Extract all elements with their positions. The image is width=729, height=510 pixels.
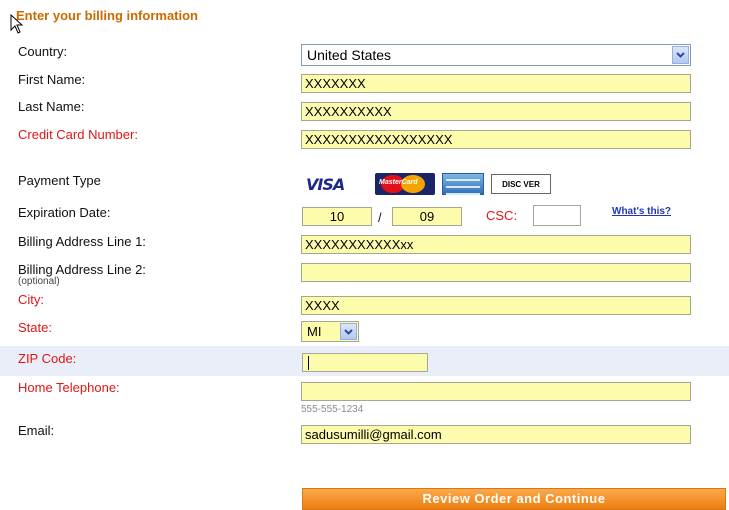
expiration-date-label: Expiration Date: [18, 205, 111, 220]
home-telephone-label: Home Telephone: [18, 380, 120, 395]
city-input[interactable] [301, 296, 691, 315]
first-name-label: First Name: [18, 72, 86, 87]
csc-label: CSC: [486, 208, 518, 223]
review-order-button[interactable]: Review Order and Continue [302, 488, 726, 510]
payment-type-label: Payment Type [18, 173, 101, 188]
home-telephone-input[interactable] [301, 382, 691, 401]
expiration-month-input[interactable] [302, 207, 372, 226]
chevron-down-icon[interactable] [340, 323, 357, 340]
zip-code-label: ZIP Code: [18, 351, 77, 366]
state-value: MI [307, 324, 322, 339]
section-heading: Enter your billing information [16, 8, 198, 23]
expiration-separator: / [378, 210, 382, 225]
country-select[interactable]: United States [301, 44, 691, 66]
csc-input[interactable] [533, 205, 581, 226]
state-select[interactable]: MI [301, 321, 359, 342]
credit-card-label: Credit Card Number: [18, 127, 138, 142]
visa-logo-icon: VISA [306, 174, 345, 194]
address-line2-optional-note: (optional) [18, 276, 60, 287]
payment-card-logos: VISA MasterCard DISC VER [301, 173, 551, 195]
zip-code-input[interactable] [302, 353, 428, 372]
state-label: State: [18, 320, 52, 335]
email-label: Email: [18, 423, 55, 438]
last-name-input[interactable] [301, 102, 691, 121]
address-line2-input[interactable] [301, 263, 691, 282]
address-line1-input[interactable] [301, 235, 691, 254]
text-caret [308, 356, 309, 370]
city-label: City: [18, 292, 44, 307]
mouse-pointer-icon [10, 14, 24, 34]
first-name-input[interactable] [301, 74, 691, 93]
whats-this-link[interactable]: What's this? [612, 206, 671, 217]
last-name-label: Last Name: [18, 99, 85, 114]
address-line2-label: Billing Address Line 2: [18, 262, 146, 277]
discover-logo-icon: DISC VER [491, 174, 551, 194]
address-line1-label: Billing Address Line 1: [18, 234, 146, 249]
mastercard-logo-icon: MasterCard [375, 173, 435, 195]
expiration-year-input[interactable] [392, 207, 462, 226]
country-label: Country: [18, 44, 68, 59]
chevron-down-icon[interactable] [672, 46, 689, 64]
email-input[interactable] [301, 425, 691, 444]
telephone-format-hint: 555-555-1234 [301, 404, 364, 415]
amex-logo-icon [442, 173, 484, 195]
credit-card-input[interactable] [301, 130, 691, 149]
country-value: United States [307, 47, 392, 63]
